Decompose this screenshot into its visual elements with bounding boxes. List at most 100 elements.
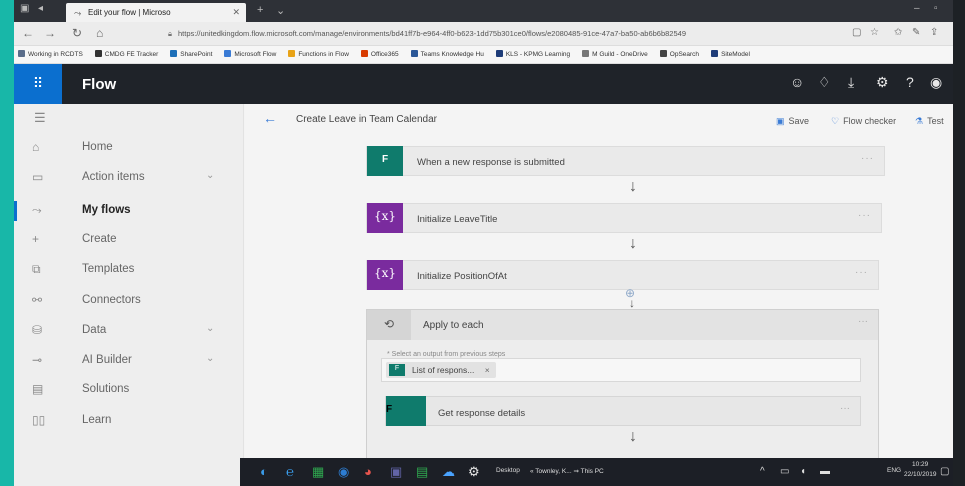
settings-gear-icon[interactable]: ⚙	[876, 74, 889, 91]
favorite-link[interactable]: CMDG FE Tracker	[94, 50, 158, 58]
tray-expand-icon[interactable]: ^	[760, 466, 765, 477]
windows-taskbar: ◐ ℮ ▦ ◉ ◕ ▣ ▤ ☁ ⚙ Desktop « Townley, K..…	[240, 458, 953, 486]
home-browser-icon[interactable]: ⌂	[96, 26, 103, 40]
nav-item-templates[interactable]: ⧉ Templates	[14, 258, 244, 282]
trigger-card[interactable]: F When a new response is submitted ···	[366, 146, 885, 176]
action-center-icon[interactable]: ▢	[940, 466, 949, 477]
file-path-toolbar[interactable]: « Townley, K... ⇒ This PC	[530, 467, 604, 475]
more-options-icon[interactable]: ···	[855, 267, 868, 278]
desktop-toolbar[interactable]: Desktop	[496, 467, 520, 474]
notifications-bell-icon[interactable]: ♢	[818, 74, 831, 91]
more-options-icon[interactable]: ···	[858, 316, 868, 327]
language-indicator[interactable]: ENG	[887, 467, 901, 474]
calendar-app-icon[interactable]: ▤	[416, 464, 428, 480]
feedback-smiley-icon[interactable]: ☺	[790, 74, 804, 90]
down-arrow-icon: ↓	[629, 428, 637, 445]
hamburger-menu-icon[interactable]: ☰	[34, 110, 46, 126]
tab-back-icon[interactable]: ◂	[38, 3, 43, 14]
share-icon[interactable]: ⇪	[930, 27, 938, 38]
favorite-link[interactable]: SharePoint	[170, 50, 212, 58]
onedrive-icon[interactable]: ☁	[442, 464, 455, 480]
favorites-bar: Working in RCDTS CMDG FE Tracker SharePoin…	[14, 46, 953, 64]
flow-checker-button[interactable]: ♡ Flow checker	[831, 116, 896, 127]
back-nav-icon[interactable]: ←	[22, 26, 34, 40]
solutions-icon: ▤	[32, 382, 44, 396]
battery-icon[interactable]: ▬	[820, 466, 830, 477]
init-positionofat-card[interactable]: {x} Initialize PositionOfAt ···	[366, 260, 879, 290]
excel-icon[interactable]: ▦	[312, 464, 324, 480]
favorite-link[interactable]: Microsoft Flow	[224, 50, 276, 58]
volume-icon[interactable]: ◖	[800, 466, 806, 477]
nav-item-connectors[interactable]: ⚯ Connectors	[14, 289, 244, 313]
nav-item-my-flows[interactable]: ⤳ My flows	[14, 199, 244, 223]
nav-item-data[interactable]: ⛁ Data ⌄	[14, 319, 244, 343]
outlook-icon[interactable]: ◉	[338, 464, 349, 480]
nav-item-home[interactable]: ⌂ Home	[14, 136, 244, 160]
get-response-details-card[interactable]: F Get response details ···	[385, 396, 861, 426]
chrome-icon[interactable]: ◕	[364, 464, 372, 479]
save-button[interactable]: ▣ Save	[776, 116, 809, 127]
nav-item-action-items[interactable]: ▭ Action items ⌄	[14, 166, 244, 190]
favorite-favicon-icon	[360, 50, 368, 57]
help-icon[interactable]: ?	[906, 74, 914, 90]
dynamic-content-token[interactable]: F List of respons... ×	[386, 362, 496, 378]
init-leavetitle-card[interactable]: {x} Initialize LeaveTitle ···	[366, 203, 882, 233]
refresh-icon[interactable]: ↻	[72, 26, 82, 40]
test-button[interactable]: ⚗ Test	[915, 116, 944, 127]
tab-title: Edit your flow | Microso	[88, 8, 171, 17]
chevron-down-icon[interactable]: ⌄	[206, 353, 214, 364]
minimize-icon[interactable]: –	[914, 3, 920, 14]
monitor-bezel-right	[953, 0, 965, 486]
tab-actions-icon[interactable]: ▣	[20, 3, 29, 14]
favorite-link[interactable]: Office365	[360, 50, 399, 58]
back-arrow-icon[interactable]: ←	[263, 110, 277, 126]
teams-icon[interactable]: ▣	[390, 464, 402, 480]
download-icon[interactable]: ⤓	[848, 74, 854, 91]
browser-tab-active[interactable]: ⤳ Edit your flow | Microso ✕	[66, 3, 246, 22]
more-options-icon[interactable]: ···	[840, 403, 850, 414]
nav-item-label: Create	[82, 233, 117, 245]
settings-taskbar-icon[interactable]: ⚙	[468, 464, 480, 480]
chevron-down-icon[interactable]: ⌄	[206, 170, 214, 181]
favorite-label: OpSearch	[669, 51, 700, 58]
more-options-icon[interactable]: ···	[858, 210, 871, 221]
reading-view-icon[interactable]: ▢	[852, 27, 861, 38]
new-tab-icon[interactable]: +	[257, 4, 263, 16]
favorite-link[interactable]: KLS - KPMG Learning	[495, 50, 570, 58]
variable-icon: {x}	[367, 260, 403, 290]
apply-to-each-header[interactable]: ⟲ Apply to each ···	[367, 310, 878, 340]
ie-browser-icon[interactable]: ℮	[286, 464, 294, 479]
tab-list-icon[interactable]: ⌄	[276, 4, 285, 17]
avatar[interactable]: ◉	[930, 74, 942, 91]
close-tab-icon[interactable]: ✕	[232, 7, 240, 18]
maximize-icon[interactable]: ▫	[934, 3, 938, 14]
favorite-link[interactable]: Working in RCDTS	[18, 50, 83, 58]
favorites-hub-icon[interactable]: ✩	[894, 27, 902, 38]
clipboard-icon: ▭	[32, 170, 44, 184]
nav-item-solutions[interactable]: ▤ Solutions	[14, 378, 244, 402]
nav-item-create[interactable]: + Create	[14, 228, 244, 252]
nav-item-learn[interactable]: ▯▯ Learn	[14, 409, 244, 433]
forms-icon: F	[367, 146, 403, 176]
favorite-star-icon[interactable]: ☆	[870, 27, 879, 38]
favorite-link[interactable]: Functions in Flow	[288, 50, 349, 58]
favorite-link[interactable]: M Guild - OneDrive	[582, 50, 648, 58]
favorite-link[interactable]: Teams Knowledge Hu	[410, 50, 484, 58]
chevron-down-icon[interactable]: ⌄	[206, 323, 214, 334]
stethoscope-icon: ♡	[831, 116, 840, 126]
url-field[interactable]: 🔒︎ https://unitedkingdom.flow.microsoft.c…	[168, 26, 858, 42]
select-output-field[interactable]: F List of respons... ×	[381, 358, 861, 382]
forward-nav-icon[interactable]: →	[44, 26, 56, 40]
pen-icon[interactable]: ✎	[912, 27, 920, 38]
favorite-link[interactable]: SiteModel	[711, 50, 750, 58]
app-launcher-waffle-icon[interactable]: ⠿	[14, 64, 62, 104]
remove-token-icon[interactable]: ×	[485, 365, 490, 375]
select-output-hint: * Select an output from previous steps	[385, 351, 508, 358]
clock-date[interactable]: 22/10/2019	[904, 471, 937, 478]
favorite-link[interactable]: OpSearch	[659, 50, 700, 58]
network-icon[interactable]: ▭	[780, 466, 789, 477]
clock-time[interactable]: 10:29	[912, 461, 928, 468]
edge-browser-icon[interactable]: ◐	[260, 464, 268, 479]
nav-item-ai-builder[interactable]: ⊸ AI Builder ⌄	[14, 349, 244, 373]
more-options-icon[interactable]: ···	[861, 153, 874, 164]
